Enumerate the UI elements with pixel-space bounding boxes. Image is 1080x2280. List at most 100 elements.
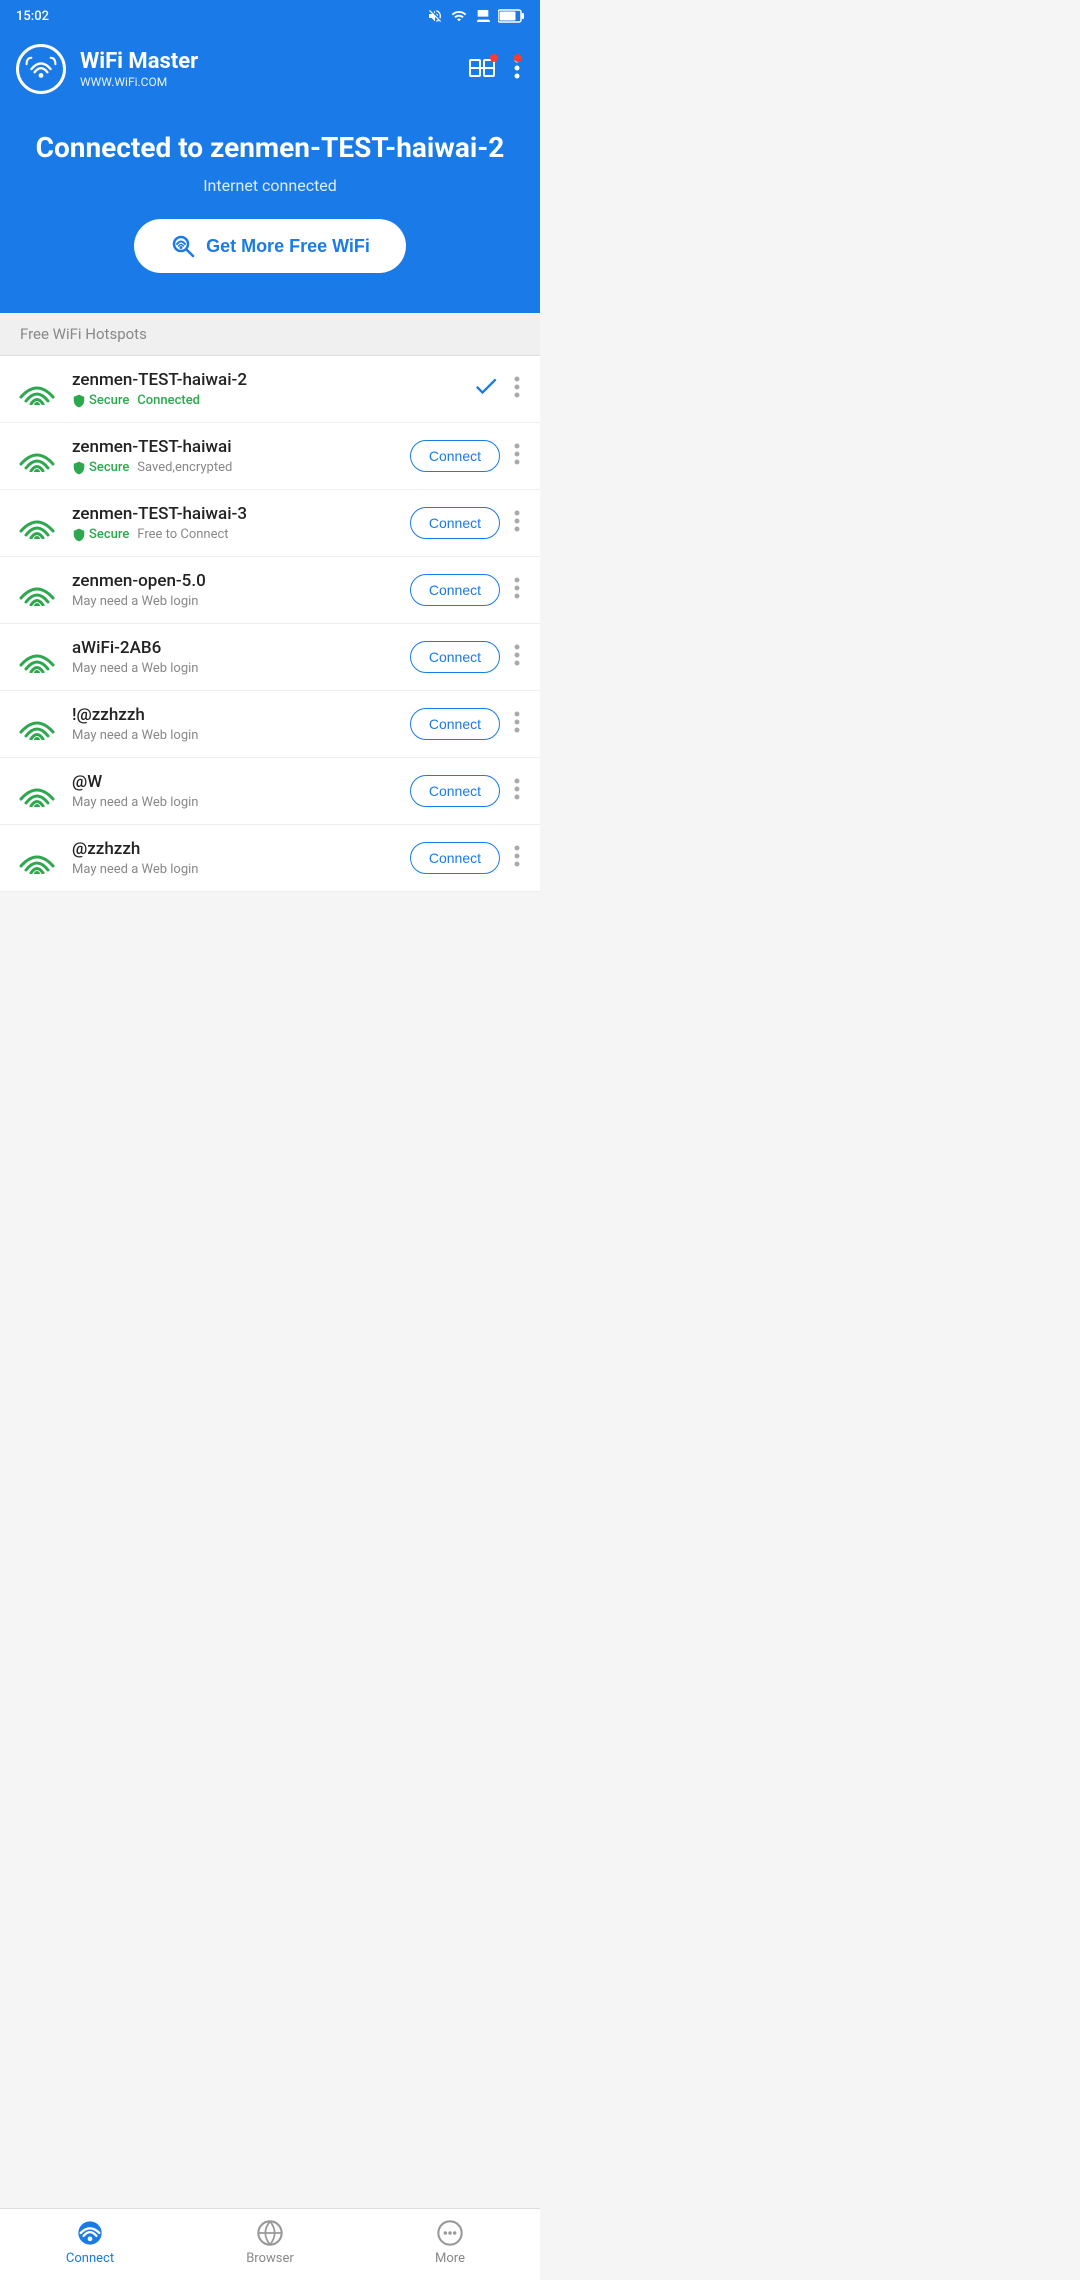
scan-notification-dot: [490, 54, 498, 62]
bottom-nav: Connect Browser More: [0, 2208, 540, 2280]
wifi-list-item: zenmen-TEST-haiwai-3 Secure Free to Conne…: [0, 490, 540, 557]
status-time: 15:02: [16, 9, 49, 24]
header-actions: [464, 52, 524, 87]
wifi-signal-icon: [16, 708, 58, 740]
connect-button[interactable]: Connect: [410, 507, 500, 539]
scan-button[interactable]: [464, 52, 500, 87]
nav-browser[interactable]: Browser: [180, 2219, 360, 2266]
get-wifi-icon: [170, 233, 196, 259]
wifi-signal-icon: [16, 574, 58, 606]
wifi-actions: Connect: [410, 574, 524, 606]
wifi-info: zenmen-TEST-haiwai Secure Saved,encrypted: [72, 437, 396, 475]
wifi-list-item: zenmen-TEST-haiwai-2 SecureConnected: [0, 356, 540, 423]
wifi-list-item: @W May need a Web login Connect: [0, 758, 540, 825]
connect-button[interactable]: Connect: [410, 641, 500, 673]
wifi-actions: Connect: [410, 842, 524, 874]
wifi-info: aWiFi-2AB6 May need a Web login: [72, 638, 396, 676]
app-logo-icon: [25, 53, 57, 85]
wifi-list-item: zenmen-open-5.0May need a Web login Conne…: [0, 557, 540, 624]
wifi-name: @zzhzzh: [72, 839, 396, 859]
get-wifi-button-label: Get More Free WiFi: [206, 236, 370, 257]
wifi-desc: May need a Web login: [72, 594, 199, 609]
menu-notification-dot: [514, 54, 522, 62]
section-header-text: Free WiFi Hotspots: [20, 325, 147, 343]
get-more-wifi-button[interactable]: Get More Free WiFi: [134, 219, 406, 273]
wifi-more-button[interactable]: [510, 374, 524, 405]
wifi-more-button[interactable]: [510, 575, 524, 606]
wifi-actions: Connect: [410, 507, 524, 539]
nav-browser-label: Browser: [246, 2251, 294, 2266]
wifi-signal-icon: [16, 373, 58, 405]
section-header: Free WiFi Hotspots: [0, 313, 540, 356]
wifi-status-icon: [450, 8, 468, 24]
wifi-name: zenmen-TEST-haiwai-3: [72, 504, 396, 524]
wifi-status-text: Saved,encrypted: [137, 460, 232, 475]
wifi-desc: May need a Web login: [72, 728, 199, 743]
wifi-desc: May need a Web login: [72, 795, 199, 810]
connect-nav-icon: [76, 2219, 104, 2247]
wifi-info: zenmen-TEST-haiwai-2 SecureConnected: [72, 370, 458, 408]
wifi-more-button[interactable]: [510, 843, 524, 874]
wifi-name: aWiFi-2AB6: [72, 638, 396, 658]
secure-badge: Secure: [72, 460, 129, 475]
wifi-meta: May need a Web login: [72, 795, 396, 810]
wifi-name: zenmen-TEST-haiwai: [72, 437, 396, 457]
nav-more[interactable]: More: [360, 2219, 540, 2266]
wifi-signal-icon: [16, 775, 58, 807]
app-subtitle: WWW.WiFi.COM: [80, 75, 198, 89]
wifi-meta: May need a Web login: [72, 862, 396, 877]
nav-connect[interactable]: Connect: [0, 2219, 180, 2266]
wifi-list-item: !@zzhzzhMay need a Web login Connect: [0, 691, 540, 758]
connect-button[interactable]: Connect: [410, 440, 500, 472]
hero-subtitle: Internet connected: [20, 176, 520, 195]
wifi-info: !@zzhzzhMay need a Web login: [72, 705, 396, 743]
app-header-left: WiFi Master WWW.WiFi.COM: [16, 44, 198, 94]
wifi-more-button[interactable]: [510, 508, 524, 539]
wifi-actions: Connect: [410, 440, 524, 472]
wifi-info: zenmen-TEST-haiwai-3 Secure Free to Conne…: [72, 504, 396, 542]
wifi-list-item: zenmen-TEST-haiwai Secure Saved,encrypted…: [0, 423, 540, 490]
mute-icon: [426, 8, 444, 24]
battery-icon: [498, 8, 524, 24]
status-bar: 15:02: [0, 0, 540, 32]
nav-connect-label: Connect: [66, 2251, 114, 2266]
wifi-signal-icon: [16, 507, 58, 539]
secure-badge: Secure: [72, 527, 129, 542]
hero-section: Connected to zenmen-TEST-haiwai-2 Intern…: [0, 110, 540, 313]
wifi-actions: Connect: [410, 708, 524, 740]
wifi-actions: [472, 372, 524, 406]
wifi-name: @W: [72, 772, 396, 792]
wifi-status-text: Connected: [137, 393, 200, 408]
wifi-more-button[interactable]: [510, 776, 524, 807]
wifi-meta: May need a Web login: [72, 728, 396, 743]
connect-button[interactable]: Connect: [410, 842, 500, 874]
wifi-more-button[interactable]: [510, 709, 524, 740]
connect-button[interactable]: Connect: [410, 708, 500, 740]
wifi-meta: Secure Saved,encrypted: [72, 460, 396, 475]
wifi-list-item: @zzhzzh May need a Web login Connect: [0, 825, 540, 892]
wifi-status-text: Free to Connect: [137, 527, 228, 542]
app-title-block: WiFi Master WWW.WiFi.COM: [80, 49, 198, 89]
wifi-meta: SecureConnected: [72, 393, 458, 408]
wifi-info: @zzhzzh May need a Web login: [72, 839, 396, 877]
wifi-signal-icon: [16, 842, 58, 874]
app-header: WiFi Master WWW.WiFi.COM: [0, 32, 540, 110]
wifi-more-button[interactable]: [510, 441, 524, 472]
wifi-meta: Secure Free to Connect: [72, 527, 396, 542]
app-title: WiFi Master: [80, 49, 198, 75]
hero-title: Connected to zenmen-TEST-haiwai-2: [20, 130, 520, 166]
status-icons: [426, 8, 524, 24]
wifi-info: @W May need a Web login: [72, 772, 396, 810]
wifi-desc: May need a Web login: [72, 862, 199, 877]
wifi-desc: May need a Web login: [72, 661, 199, 676]
connect-button[interactable]: Connect: [410, 775, 500, 807]
nav-more-label: More: [435, 2251, 465, 2266]
app-logo: [16, 44, 66, 94]
wifi-info: zenmen-open-5.0May need a Web login: [72, 571, 396, 609]
wifi-more-button[interactable]: [510, 642, 524, 673]
connected-check-icon: [472, 372, 500, 406]
more-menu-button[interactable]: [510, 52, 524, 87]
wifi-meta: May need a Web login: [72, 594, 396, 609]
connect-button[interactable]: Connect: [410, 574, 500, 606]
wifi-actions: Connect: [410, 775, 524, 807]
